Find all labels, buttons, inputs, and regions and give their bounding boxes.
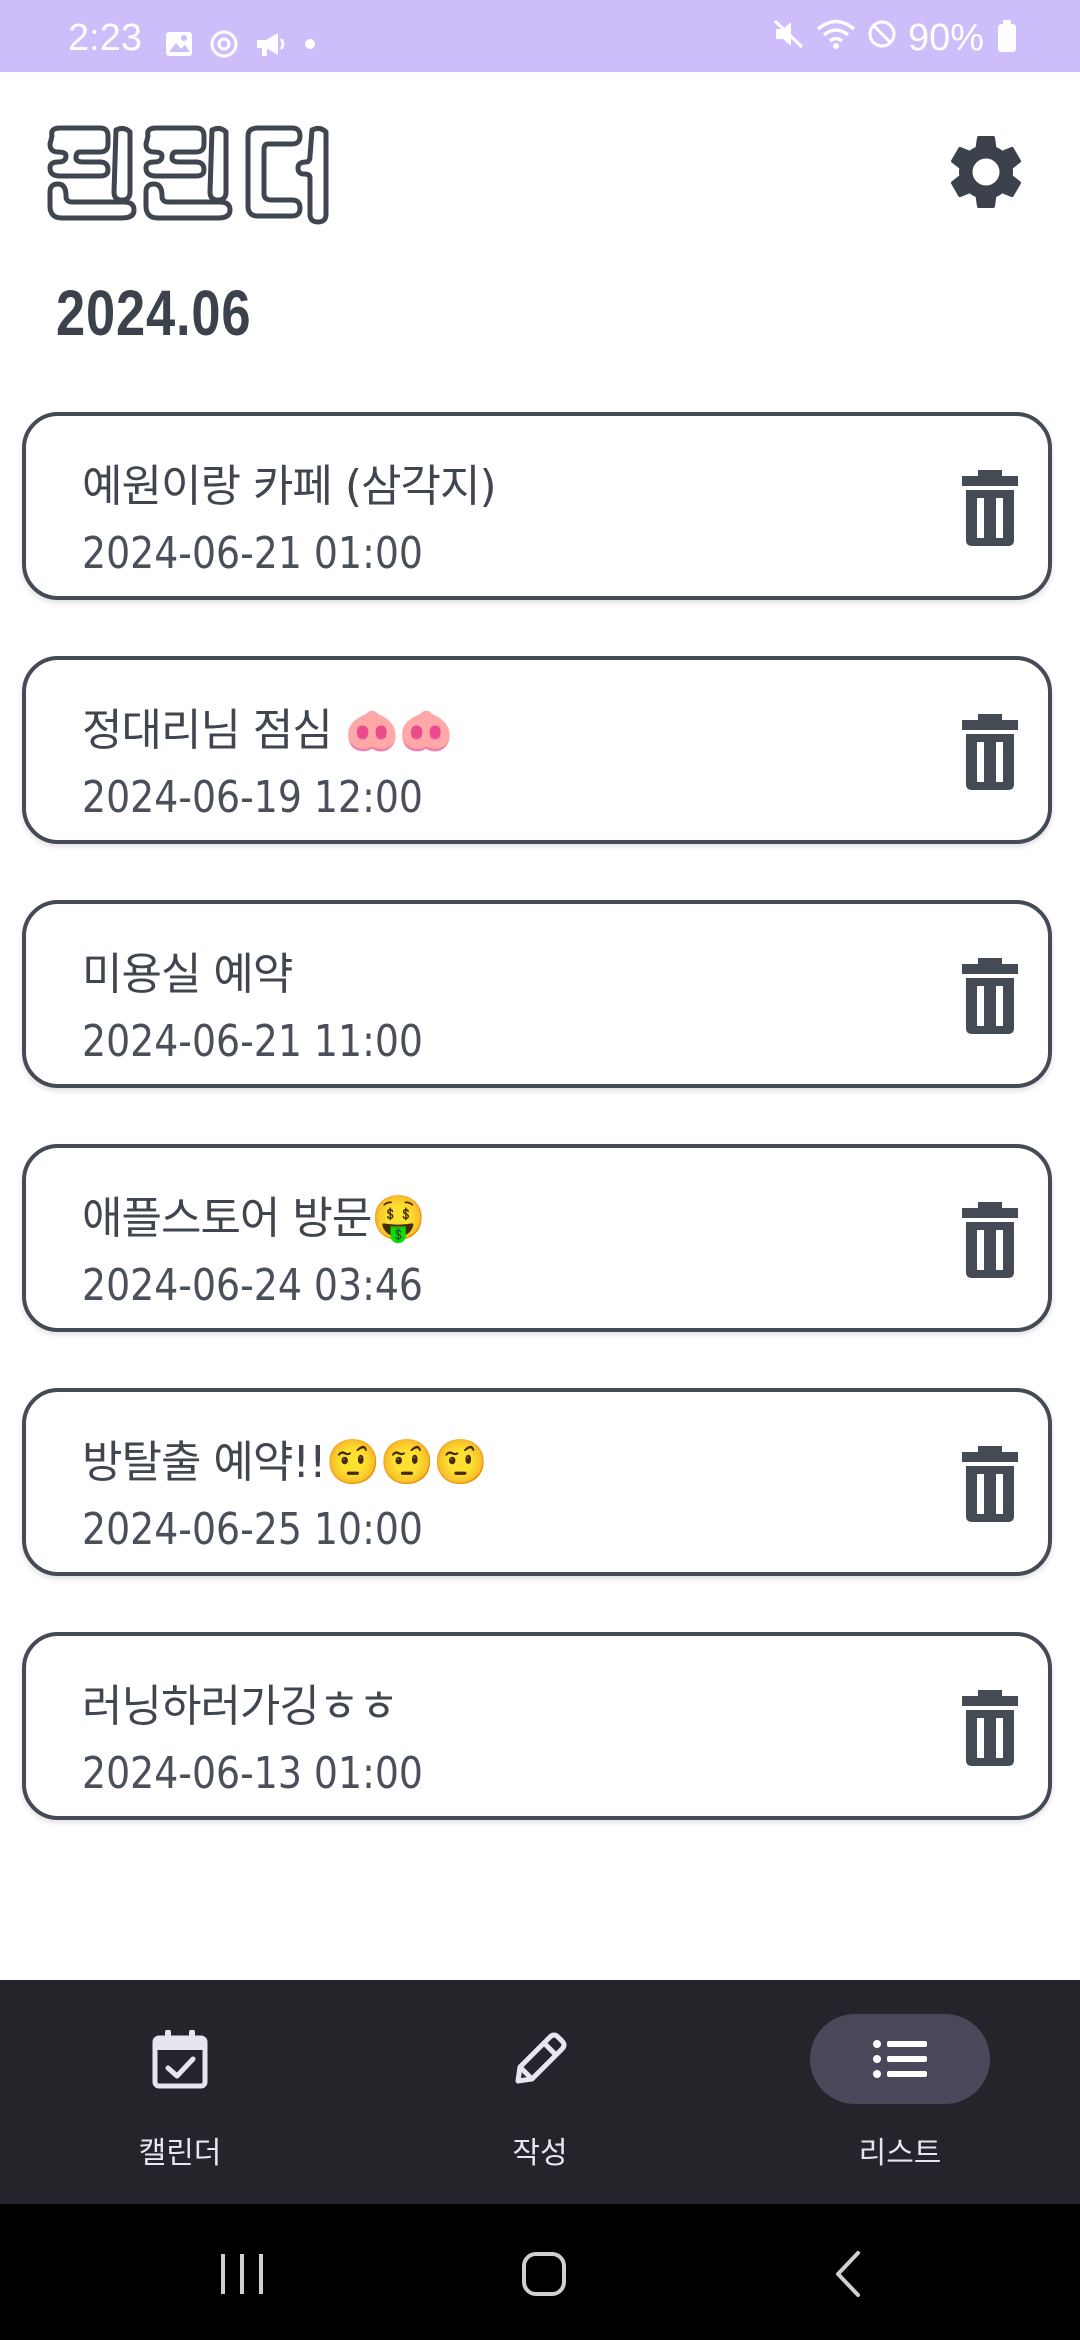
calendar-check-icon — [152, 2030, 208, 2089]
pencil-icon — [515, 2032, 567, 2084]
event-title: 정대리님 점심 🐽🐽 — [82, 705, 453, 756]
delete-button[interactable] — [960, 1690, 1020, 1766]
sync-icon — [208, 28, 240, 65]
event-card[interactable]: 러닝하러가깅ㅎㅎ 2024-06-13 01:00 — [22, 1632, 1052, 1820]
trash-icon — [962, 714, 1018, 790]
wifi-icon — [816, 18, 856, 58]
event-title: 예원이랑 카페 (삼각지) — [82, 461, 497, 512]
event-title: 미용실 예약 — [82, 949, 293, 1000]
nav-item-write[interactable]: 작성 — [360, 1980, 720, 2204]
event-card[interactable]: 방탈출 예약!!🤨🤨🤨 2024-06-25 10:00 — [22, 1388, 1052, 1576]
event-title: 애플스토어 방문🤑 — [82, 1193, 426, 1244]
nav-label-list: 리스트 — [858, 2136, 942, 2171]
status-right: 90% — [772, 18, 1016, 58]
status-left-icons — [164, 28, 318, 65]
settings-button[interactable] — [936, 122, 1036, 222]
nav-item-list[interactable]: 리스트 — [720, 1980, 1080, 2204]
event-card[interactable]: 정대리님 점심 🐽🐽 2024-06-19 12:00 — [22, 656, 1052, 844]
image-icon — [164, 30, 194, 63]
megaphone-icon — [254, 30, 288, 63]
blocked-icon — [866, 18, 898, 58]
back-button[interactable] — [798, 2234, 898, 2314]
delete-button[interactable] — [960, 1446, 1020, 1522]
event-card[interactable]: 예원이랑 카페 (삼각지) 2024-06-21 01:00 — [22, 412, 1052, 600]
nav-label-calendar: 캘린더 — [138, 2136, 222, 2171]
event-title: 러닝하러가깅ㅎㅎ — [82, 1681, 399, 1732]
back-icon — [836, 2251, 860, 2297]
event-card[interactable]: 애플스토어 방문🤑 2024-06-24 03:46 — [22, 1144, 1052, 1332]
event-datetime: 2024-06-21 11:00 — [82, 1016, 423, 1067]
event-datetime: 2024-06-21 01:00 — [82, 528, 423, 579]
list-icon — [873, 2040, 927, 2078]
trash-icon — [962, 470, 1018, 546]
trash-icon — [962, 958, 1018, 1034]
battery-percent: 90% — [907, 17, 984, 59]
status-bar: 2:23 90% — [0, 0, 1080, 72]
trash-icon — [962, 1446, 1018, 1522]
delete-button[interactable] — [960, 1202, 1020, 1278]
delete-button[interactable] — [960, 958, 1020, 1034]
nav-item-calendar[interactable]: 캘린더 — [0, 1980, 360, 2204]
event-datetime: 2024-06-19 12:00 — [82, 772, 423, 823]
status-time: 2:23 — [68, 17, 142, 59]
trash-icon — [962, 1690, 1018, 1766]
month-title: 2024.06 — [56, 277, 252, 349]
mute-icon — [772, 18, 806, 58]
event-title: 방탈출 예약!!🤨🤨🤨 — [82, 1437, 488, 1488]
system-nav-bar — [0, 2204, 1080, 2340]
recent-apps-button[interactable] — [192, 2234, 292, 2314]
delete-button[interactable] — [960, 714, 1020, 790]
trash-icon — [962, 1202, 1018, 1278]
home-icon — [522, 2252, 566, 2296]
event-datetime: 2024-06-13 01:00 — [82, 1748, 423, 1799]
event-datetime: 2024-06-25 10:00 — [82, 1504, 423, 1555]
nav-label-write: 작성 — [512, 2136, 568, 2171]
event-card[interactable]: 미용실 예약 2024-06-21 11:00 — [22, 900, 1052, 1088]
recent-apps-icon — [221, 2254, 263, 2294]
home-button[interactable] — [494, 2234, 594, 2314]
battery-icon — [998, 20, 1016, 52]
nav-active-indicator — [810, 2014, 990, 2104]
app-logo — [44, 122, 344, 232]
dot-icon — [302, 36, 318, 57]
delete-button[interactable] — [960, 470, 1020, 546]
event-datetime: 2024-06-24 03:46 — [82, 1260, 423, 1311]
gear-icon — [950, 135, 1022, 208]
bottom-nav: 캘린더 작성 리스트 — [0, 1980, 1080, 2204]
